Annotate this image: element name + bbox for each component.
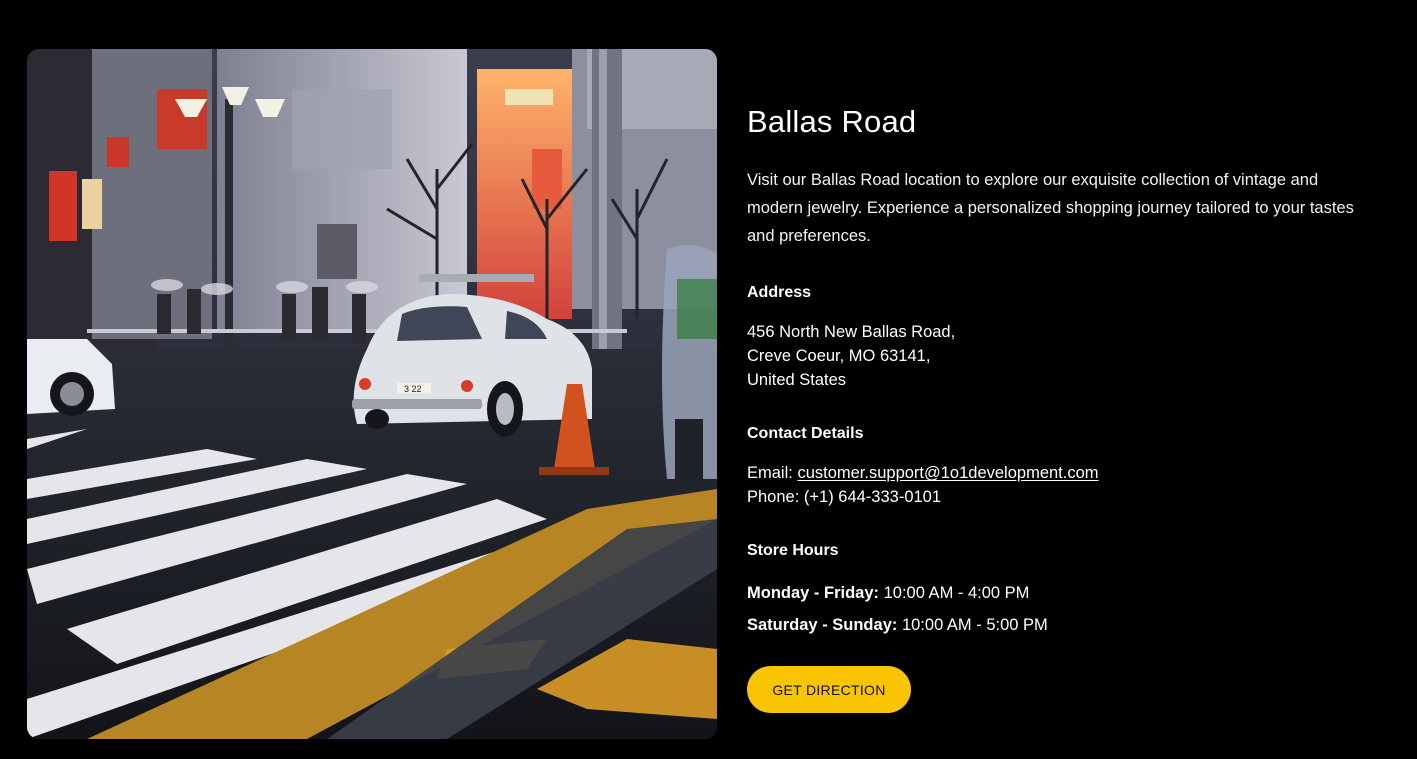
- email-row: Email: customer.support@1o1development.c…: [747, 461, 1387, 485]
- hours-row-weekdays: Monday - Friday: 10:00 AM - 4:00 PM: [747, 581, 1387, 605]
- store-hours-section: Store Hours Monday - Friday: 10:00 AM - …: [747, 540, 1387, 637]
- store-hours-heading: Store Hours: [747, 542, 839, 559]
- contact-text: Email: customer.support@1o1development.c…: [747, 461, 1387, 509]
- email-label: Email:: [747, 464, 798, 482]
- location-description: Visit our Ballas Road location to explor…: [747, 171, 1354, 245]
- hours-list: Monday - Friday: 10:00 AM - 4:00 PM Satu…: [747, 581, 1387, 637]
- phone-label: Phone:: [747, 488, 804, 506]
- hours-days-label: Monday - Friday:: [747, 584, 884, 602]
- location-details: Ballas Road Visit our Ballas Road locati…: [747, 100, 1387, 713]
- contact-heading: Contact Details: [747, 425, 864, 442]
- store-location-section: 3 22 Ballas Road Visit our Ballas Road l…: [0, 0, 1417, 759]
- address-section: Address 456 North New Ballas Road, Creve…: [747, 282, 1387, 392]
- address-line-1: 456 North New Ballas Road,: [747, 323, 956, 341]
- address-line-3: United States: [747, 371, 847, 389]
- hours-row-weekend: Saturday - Sunday: 10:00 AM - 5:00 PM: [747, 613, 1387, 637]
- address-text: 456 North New Ballas Road, Creve Coeur, …: [747, 320, 1387, 392]
- store-street-photo: 3 22: [27, 49, 717, 739]
- address-line-2: Creve Coeur, MO 63141,: [747, 347, 931, 365]
- phone-row: Phone: (+1) 644-333-0101: [747, 485, 1387, 509]
- address-heading: Address: [747, 284, 812, 301]
- email-link[interactable]: customer.support@1o1development.com: [797, 464, 1098, 482]
- contact-section: Contact Details Email: customer.support@…: [747, 423, 1387, 509]
- hours-time: 10:00 AM - 4:00 PM: [883, 584, 1030, 602]
- get-direction-button[interactable]: GET DIRECTION: [747, 666, 911, 713]
- license-plate-text: 3 22: [404, 384, 422, 394]
- hours-days-label: Saturday - Sunday:: [747, 616, 902, 634]
- location-title: Ballas Road: [747, 104, 917, 139]
- hours-time: 10:00 AM - 5:00 PM: [901, 616, 1048, 634]
- phone-number: (+1) 644-333-0101: [803, 488, 942, 506]
